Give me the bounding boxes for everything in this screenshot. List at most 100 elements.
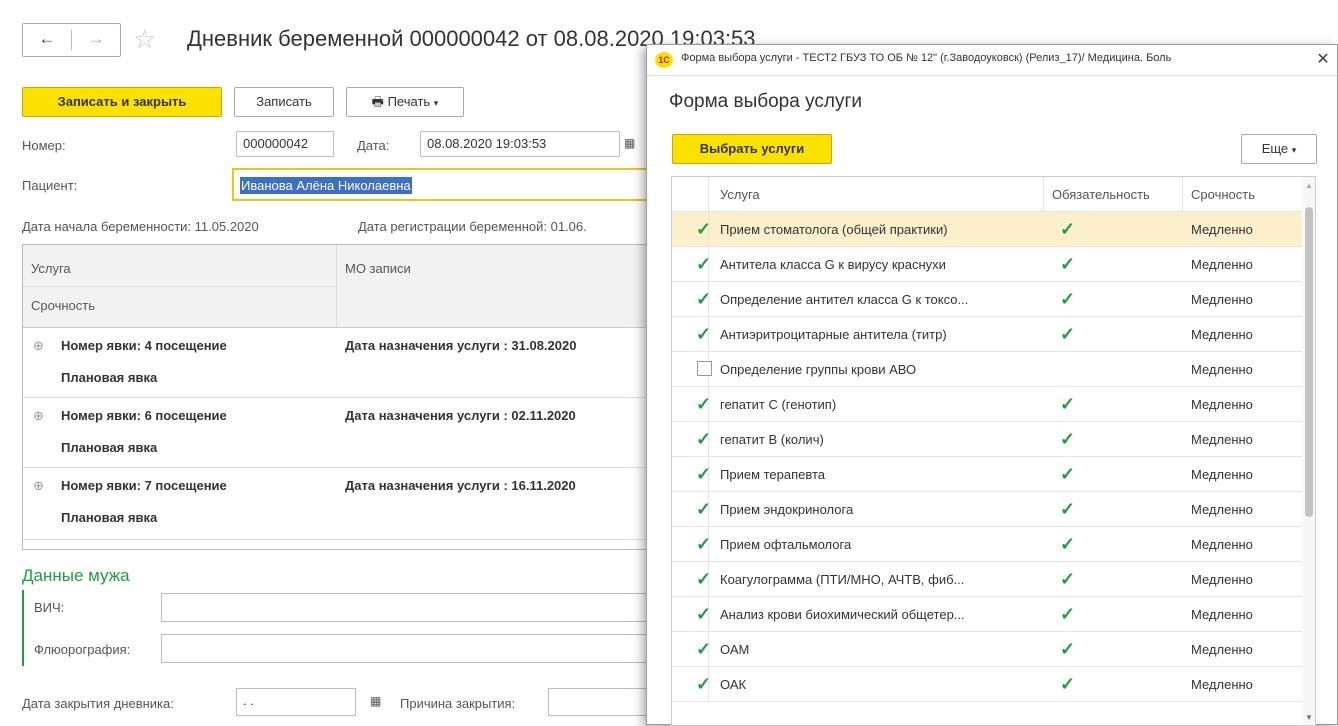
checkbox-checked-icon[interactable]: ✓ bbox=[696, 282, 711, 317]
checkbox-checked-icon[interactable]: ✓ bbox=[696, 247, 711, 282]
expand-icon[interactable]: ⊕ bbox=[33, 478, 44, 494]
select-services-button[interactable]: Выбрать услуги bbox=[672, 134, 832, 164]
urgency-value: Медленно bbox=[1191, 432, 1253, 447]
calendar-icon[interactable]: ▦ bbox=[370, 694, 381, 708]
mandatory-check-icon: ✓ bbox=[1060, 219, 1076, 239]
urgency-value: Медленно bbox=[1191, 502, 1253, 517]
mandatory-check-icon: ✓ bbox=[1060, 639, 1076, 659]
checkbox-checked-icon[interactable]: ✓ bbox=[696, 457, 711, 492]
scroll-up-icon[interactable]: ▲ bbox=[1305, 181, 1313, 190]
col-service-header[interactable]: Услуга bbox=[31, 261, 71, 276]
hiv-field[interactable] bbox=[161, 593, 651, 622]
scrollbar-thumb[interactable] bbox=[1305, 207, 1313, 517]
mandatory-check-icon: ✓ bbox=[1060, 534, 1076, 554]
print-button[interactable]: 🖶 Печать ▾ bbox=[346, 87, 464, 117]
col-mo-header[interactable]: МО записи bbox=[345, 261, 411, 276]
table-row[interactable]: ✓ Прием стоматолога (общей практики) ✓ Медл… bbox=[672, 212, 1302, 247]
table-row[interactable]: ✓ Антитела класса G к вирусу краснухи ✓ Мед… bbox=[672, 247, 1302, 282]
checkbox-checked-icon[interactable]: ✓ bbox=[696, 527, 711, 562]
dialog-titlebar[interactable]: 1С Форма выбора услуги - ТЕСТ2 ГБУЗ ТО О… bbox=[647, 45, 1337, 76]
table-row[interactable]: ✓ Коагулограмма (ПТИ/МНО, АЧТВ, фиб... ✓ Ме… bbox=[672, 562, 1302, 597]
mandatory-check-icon: ✓ bbox=[1060, 674, 1076, 694]
mandatory-check-icon: ✓ bbox=[1060, 569, 1076, 589]
checkbox-checked-icon[interactable]: ✓ bbox=[696, 212, 711, 247]
husband-data-section-title[interactable]: Данные мужа bbox=[22, 566, 130, 586]
close-date-field[interactable]: . . bbox=[236, 688, 356, 716]
date-field[interactable]: 08.08.2020 19:03:53 bbox=[420, 131, 620, 157]
back-arrow-icon[interactable]: ← bbox=[23, 24, 71, 56]
header-col-divider bbox=[336, 245, 337, 327]
table-row[interactable]: ✓ гепатит В (колич) ✓ Медленно bbox=[672, 422, 1302, 457]
col-service-header[interactable]: Услуга bbox=[720, 177, 760, 212]
col-urgency-header[interactable]: Срочность bbox=[31, 298, 95, 313]
patient-field[interactable]: Иванова Алёна Николаевна bbox=[232, 168, 652, 201]
service-name: Прием терапевта bbox=[720, 467, 826, 482]
scroll-down-icon[interactable]: ▼ bbox=[1305, 713, 1313, 722]
close-reason-field[interactable] bbox=[548, 688, 652, 716]
pregnancy-start-date: Дата начала беременности: 11.05.2020 bbox=[22, 219, 259, 234]
checkbox-checked-icon[interactable]: ✓ bbox=[696, 562, 711, 597]
mandatory-check-icon: ✓ bbox=[1060, 289, 1076, 309]
grid-group-row[interactable]: ⊕ Номер явки: 4 посещение Дата назначени… bbox=[23, 328, 649, 398]
more-label: Еще bbox=[1261, 141, 1289, 156]
table-row[interactable]: ✓ Антиэритроцитарные антитела (титр) ✓ Медл… bbox=[672, 317, 1302, 352]
service-name: Прием стоматолога (общей практики) bbox=[720, 222, 948, 237]
table-row[interactable]: ✓ Прием терапевта ✓ Медленно bbox=[672, 457, 1302, 492]
urgency-value: Медленно bbox=[1191, 257, 1253, 272]
save-and-close-button[interactable]: Записать и закрыть bbox=[22, 87, 222, 117]
checkbox-checked-icon[interactable]: ✓ bbox=[696, 317, 711, 352]
date-label: Дата: bbox=[357, 138, 390, 153]
row-divider bbox=[23, 539, 649, 540]
col-mandatory-header[interactable]: Обязательность bbox=[1052, 177, 1150, 212]
table-row[interactable]: ✓ Прием эндокринолога ✓ Медленно bbox=[672, 492, 1302, 527]
checkbox-checked-icon[interactable]: ✓ bbox=[696, 492, 711, 527]
urgency-value: Медленно bbox=[1191, 607, 1253, 622]
number-field[interactable]: 000000042 bbox=[236, 131, 334, 157]
col-urgency-header[interactable]: Срочность bbox=[1191, 177, 1255, 212]
service-name: Анализ крови биохимический общетер... bbox=[720, 607, 965, 622]
more-button[interactable]: Еще ▾ bbox=[1241, 134, 1317, 164]
nav-buttons: ← → bbox=[22, 23, 121, 57]
service-name: Определение группы крови АВО bbox=[720, 362, 917, 377]
close-icon[interactable]: ✕ bbox=[1311, 48, 1335, 72]
table-row[interactable]: ✓ гепатит С (генотип) ✓ Медленно bbox=[672, 387, 1302, 422]
table-row[interactable]: ✓ ОАМ ✓ Медленно bbox=[672, 632, 1302, 667]
urgency-value: Медленно bbox=[1191, 537, 1253, 552]
expand-icon[interactable]: ⊕ bbox=[33, 338, 44, 354]
mandatory-check-icon: ✓ bbox=[1060, 499, 1076, 519]
assignment-date: Дата назначения услуги : 02.11.2020 bbox=[345, 408, 576, 423]
print-label: Печать bbox=[387, 94, 431, 109]
expand-icon[interactable]: ⊕ bbox=[33, 408, 44, 424]
header-divider bbox=[23, 286, 336, 287]
table-row[interactable]: ✓ Определение антител класса G к токсо...… bbox=[672, 282, 1302, 317]
table-row[interactable]: ✓ Анализ крови биохимический общетер... ✓ М… bbox=[672, 597, 1302, 632]
table-row[interactable]: ✓ ОАК ✓ Медленно bbox=[672, 667, 1302, 702]
checkbox-checked-icon[interactable]: ✓ bbox=[696, 597, 711, 632]
col-divider bbox=[708, 177, 709, 212]
mandatory-check-icon: ✓ bbox=[1060, 464, 1076, 484]
services-table: Услуга Обязательность Срочность ✓ Прием с… bbox=[671, 176, 1316, 726]
mandatory-check-icon: ✓ bbox=[1060, 604, 1076, 624]
service-name: Прием офтальмолога bbox=[720, 537, 852, 552]
vertical-scrollbar[interactable]: ▲ ▼ bbox=[1303, 177, 1315, 725]
checkbox-unchecked[interactable] bbox=[697, 361, 712, 376]
grid-group-row[interactable]: ⊕ Номер явки: 6 посещение Дата назначени… bbox=[23, 398, 649, 468]
checkbox-checked-icon[interactable]: ✓ bbox=[696, 667, 711, 702]
fluorography-field[interactable] bbox=[161, 634, 651, 663]
forward-arrow-icon[interactable]: → bbox=[72, 24, 120, 56]
urgency-value: Медленно bbox=[1191, 677, 1253, 692]
service-name: гепатит В (колич) bbox=[720, 432, 824, 447]
service-name: Антиэритроцитарные антитела (титр) bbox=[720, 327, 947, 342]
checkbox-checked-icon[interactable]: ✓ bbox=[696, 387, 711, 422]
table-row[interactable]: ✓ Прием офтальмолога ✓ Медленно bbox=[672, 527, 1302, 562]
favorite-star-icon[interactable]: ☆ bbox=[133, 22, 156, 56]
checkbox-checked-icon[interactable]: ✓ bbox=[696, 422, 711, 457]
services-grid: Услуга Срочность МО записи ⊕ Номер явки:… bbox=[22, 244, 650, 550]
table-row[interactable]: Определение группы крови АВО Медленно bbox=[672, 352, 1302, 387]
service-name: гепатит С (генотип) bbox=[720, 397, 837, 412]
patient-label: Пациент: bbox=[22, 178, 78, 193]
save-button[interactable]: Записать bbox=[234, 87, 334, 117]
checkbox-checked-icon[interactable]: ✓ bbox=[696, 632, 711, 667]
calendar-icon[interactable]: ▦ bbox=[624, 136, 635, 150]
grid-group-row[interactable]: ⊕ Номер явки: 7 посещение Дата назначени… bbox=[23, 468, 649, 538]
